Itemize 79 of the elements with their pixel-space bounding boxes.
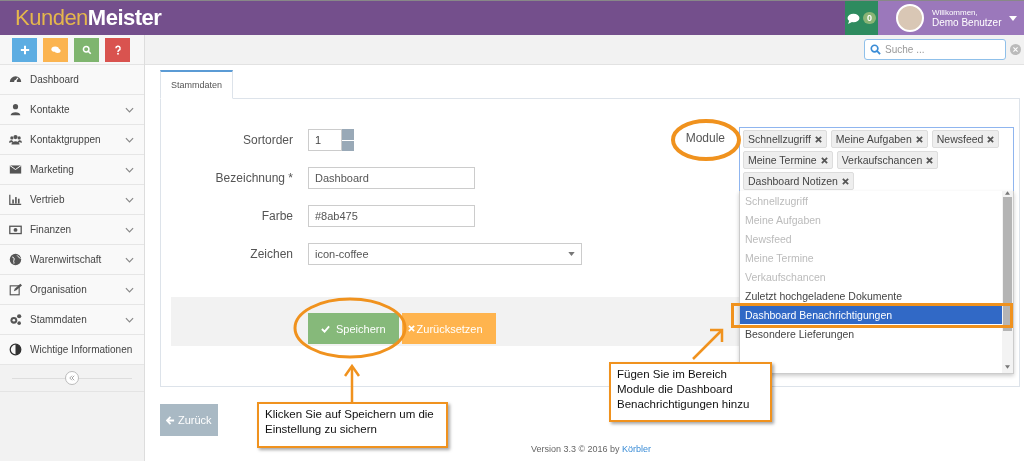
search-icon <box>870 44 881 55</box>
quick-action-button[interactable] <box>43 38 68 62</box>
group-icon <box>9 133 22 146</box>
scrollbar-thumb[interactable] <box>1003 197 1012 331</box>
sidebar-item[interactable]: Wichtige Informationen <box>0 335 144 365</box>
remove-icon[interactable] <box>915 135 923 143</box>
remove-icon[interactable] <box>987 135 995 143</box>
icon-select[interactable]: icon-coffee <box>308 243 582 265</box>
check-icon <box>321 324 330 333</box>
dropdown-option[interactable]: Zuletzt hochgeladene Dokumente <box>740 286 1002 305</box>
user-icon <box>9 103 22 116</box>
question-icon <box>112 45 123 55</box>
arrow <box>690 327 726 361</box>
caret-icon <box>568 252 575 256</box>
text-input[interactable]: #8ab475 <box>308 205 475 227</box>
clear-search-button[interactable] <box>1010 44 1021 55</box>
message-count: 0 <box>863 12 876 24</box>
quick-action-button[interactable] <box>74 38 99 62</box>
greeting: Willkommen, <box>932 8 979 17</box>
sidebar-item[interactable]: Kontakte <box>0 95 144 125</box>
plus-icon <box>19 45 30 55</box>
x-icon <box>407 325 415 332</box>
double-chevron-icon <box>69 375 75 381</box>
gears-icon <box>9 313 22 326</box>
contrast-icon <box>9 343 22 356</box>
text-input[interactable]: Dashboard <box>308 167 475 189</box>
chat-icon <box>50 45 61 55</box>
quick-action-button[interactable] <box>12 38 37 62</box>
bar-chart-icon <box>9 193 22 206</box>
caret-icon <box>1009 15 1018 21</box>
spin-down-button[interactable] <box>342 140 354 151</box>
highlight-ellipse <box>670 118 742 162</box>
remove-icon[interactable] <box>841 177 849 185</box>
field-label: Zeichen <box>249 247 293 261</box>
collapse-sidebar-button[interactable] <box>65 371 79 385</box>
logo: KundenMeister <box>14 4 163 32</box>
field-label: Sortorder <box>241 133 293 147</box>
sidebar-item[interactable]: Dashboard <box>0 65 144 95</box>
module-tag: Verkaufschancen <box>836 151 939 169</box>
remove-icon[interactable] <box>814 135 822 143</box>
module-tag: Newsfeed <box>931 130 1000 148</box>
callout-note: Fügen Sie im Bereich Module die Dashboard Benachrichtigungen hinzu <box>609 362 772 422</box>
avatar <box>896 4 924 32</box>
x-icon <box>1013 47 1018 52</box>
module-tag: Schnellzugriff <box>743 130 827 148</box>
sidebar-item[interactable]: Warenwirtschaft <box>0 245 144 275</box>
user-name: Demo Benutzer <box>932 17 1002 28</box>
arrow <box>344 364 360 402</box>
modules-multiselect[interactable]: Schnellzugriff Meine Aufgaben Newsfeed Meine Termine Verkaufschancen Dashboard Notizen <box>739 127 1014 192</box>
user-menu[interactable]: Willkommen, Demo Benutzer <box>878 1 1024 35</box>
footer-text: Version 3.3 © 2016 by Körbler <box>530 443 652 455</box>
sidebar-item[interactable]: Kontaktgruppen <box>0 125 144 155</box>
module-tag: Meine Termine <box>743 151 833 169</box>
sidebar-item[interactable]: Marketing <box>0 155 144 185</box>
sidebar-item[interactable]: Finanzen <box>0 215 144 245</box>
tab[interactable]: Stammdaten <box>160 70 234 99</box>
module-tag: Meine Aufgaben <box>830 130 928 148</box>
banknote-icon <box>9 223 22 236</box>
sidebar-item[interactable]: Vertrieb <box>0 185 144 215</box>
field-label: Bezeichnung * <box>214 171 293 185</box>
author-link[interactable]: Körbler <box>622 444 652 454</box>
arrow-left-icon <box>166 415 175 425</box>
dropdown-option[interactable]: Besondere Lieferungen <box>740 324 1002 343</box>
number-input[interactable]: 1 <box>308 129 342 151</box>
module-tag: Dashboard Notizen <box>743 172 854 190</box>
sidebar-item[interactable]: Organisation <box>0 275 144 305</box>
sidebar-item[interactable]: Stammdaten <box>0 305 144 335</box>
remove-icon[interactable] <box>926 156 934 164</box>
search-icon <box>81 45 92 55</box>
scroll-down-icon[interactable] <box>1005 365 1010 369</box>
remove-icon[interactable] <box>820 156 828 164</box>
field-label: Module <box>685 130 725 145</box>
quick-action-button[interactable] <box>105 38 130 62</box>
globe-icon <box>9 253 22 266</box>
field-label: Farbe <box>260 209 293 223</box>
callout-note: Klicken Sie auf Speichern um die Einstellung zu sichern <box>257 402 448 448</box>
chat-icon <box>847 12 860 24</box>
envelope-icon <box>9 163 22 176</box>
edit-icon <box>9 283 22 296</box>
